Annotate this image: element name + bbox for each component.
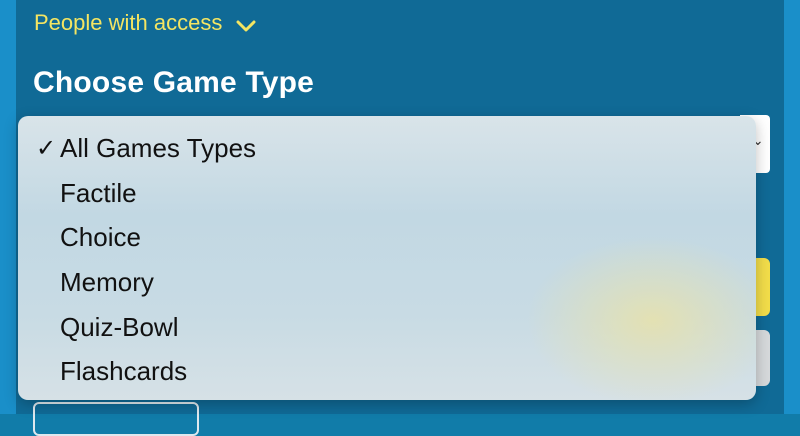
option-label: Memory	[60, 267, 154, 298]
game-type-dropdown-menu: ✓ All Games Types Factile Choice Memory …	[18, 116, 756, 400]
dropdown-option-quiz-bowl[interactable]: Quiz-Bowl	[18, 305, 756, 350]
option-label: Choice	[60, 222, 141, 253]
dropdown-option-choice[interactable]: Choice	[18, 215, 756, 260]
option-label: Factile	[60, 177, 137, 208]
option-label: All Games Types	[60, 133, 257, 163]
dropdown-option-factile[interactable]: Factile	[18, 171, 756, 216]
people-with-access-toggle[interactable]: People with access	[34, 10, 256, 36]
chevron-down-icon	[236, 20, 256, 32]
left-edge	[0, 0, 16, 414]
option-label: Quiz-Bowl	[60, 311, 179, 342]
dropdown-option-flashcards[interactable]: Flashcards	[18, 349, 756, 394]
outline-button[interactable]	[33, 402, 199, 436]
option-label: Flashcards	[60, 356, 188, 387]
right-edge	[784, 0, 800, 414]
dropdown-option-all-games-types[interactable]: ✓ All Games Types	[18, 126, 756, 171]
section-title: Choose Game Type	[33, 66, 315, 99]
dropdown-option-memory[interactable]: Memory	[18, 260, 756, 305]
people-with-access-label: People with access	[34, 10, 223, 35]
checkmark-icon: ✓	[36, 134, 57, 162]
